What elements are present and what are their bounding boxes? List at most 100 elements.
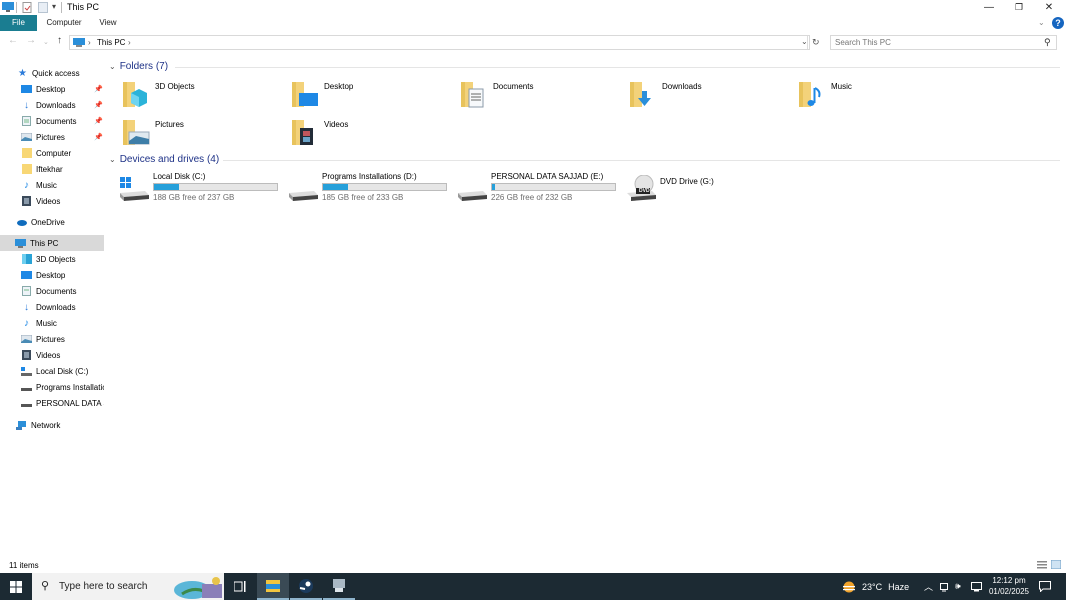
- drive-c[interactable]: Local Disk (C:) 188 GB free of 237 GB: [119, 171, 284, 205]
- start-button[interactable]: [10, 581, 22, 595]
- sidebar-this-pc[interactable]: This PC: [0, 235, 104, 251]
- sidebar-quick-access[interactable]: ★ Quick access: [0, 65, 104, 81]
- documents-icon: [21, 286, 32, 296]
- sidebar-item-desktop[interactable]: Desktop: [0, 267, 104, 283]
- sidebar-item-label: Iftekhar: [36, 164, 63, 174]
- new-folder-icon[interactable]: [38, 2, 48, 13]
- task-view-button[interactable]: [224, 573, 256, 600]
- chevron-down-icon[interactable]: ⌄: [109, 155, 116, 164]
- sidebar-item-music[interactable]: ♪ Music: [0, 177, 104, 193]
- details-view-button[interactable]: [1037, 561, 1047, 571]
- close-button[interactable]: ✕: [1034, 0, 1064, 15]
- show-hidden-icons-button[interactable]: ︿: [924, 573, 933, 600]
- drive-g[interactable]: DVD DVD Drive (G:): [626, 171, 791, 205]
- drives-group-header[interactable]: ⌄ Devices and drives (4): [109, 154, 219, 165]
- sidebar-item-documents[interactable]: Documents 📌: [0, 113, 104, 129]
- weather-condition: Haze: [888, 581, 910, 592]
- sidebar-item-programs-d[interactable]: Programs Installatic: [0, 379, 104, 395]
- expand-ribbon-icon[interactable]: ⌄: [1038, 18, 1045, 27]
- folders-group-header[interactable]: ⌄ Folders (7): [109, 61, 168, 72]
- forward-button[interactable]: →: [26, 35, 36, 46]
- properties-icon[interactable]: [22, 2, 32, 13]
- sidebar-item-desktop[interactable]: Desktop 📌: [0, 81, 104, 97]
- refresh-button[interactable]: ↻: [812, 37, 820, 48]
- taskbar-steam[interactable]: [290, 573, 322, 600]
- meet-now-icon[interactable]: [940, 573, 949, 600]
- restore-button[interactable]: ❐: [1004, 0, 1034, 15]
- folder-music[interactable]: Music: [797, 79, 962, 113]
- folder-name: 3D Objects: [155, 82, 195, 91]
- sidebar-network[interactable]: Network: [0, 417, 104, 433]
- folder-desktop[interactable]: Desktop: [290, 79, 455, 113]
- sidebar-item-computer[interactable]: Computer: [0, 145, 104, 161]
- sidebar-item-3d-objects[interactable]: 3D Objects: [0, 251, 104, 267]
- customize-toolbar-icon[interactable]: ▾: [52, 2, 56, 13]
- sidebar-item-label: Music: [36, 318, 57, 328]
- sidebar-item-local-disk-c[interactable]: Local Disk (C:): [0, 363, 104, 379]
- group-divider: [223, 160, 1060, 161]
- folder-3d-objects[interactable]: 3D Objects: [121, 79, 286, 113]
- file-list-view: ⌄ Folders (7) 3D Objects Desktop Documen…: [105, 55, 1066, 555]
- folder-icon: [21, 164, 32, 174]
- breadcrumb-this-pc[interactable]: This PC: [97, 38, 125, 47]
- sidebar-onedrive[interactable]: OneDrive: [0, 214, 104, 230]
- sidebar-item-label: Desktop: [36, 270, 66, 280]
- sidebar-item-pictures[interactable]: Pictures 📌: [0, 129, 104, 145]
- divider: [61, 2, 62, 13]
- network-status-icon[interactable]: [971, 573, 982, 600]
- sidebar-item-videos[interactable]: Videos: [0, 193, 104, 209]
- notifications-icon[interactable]: [1039, 573, 1051, 600]
- sidebar-item-label: Documents: [36, 116, 77, 126]
- onedrive-icon: [16, 218, 27, 227]
- folder-downloads[interactable]: Downloads: [628, 79, 793, 113]
- sidebar-item-downloads[interactable]: ↓ Downloads: [0, 299, 104, 315]
- sidebar-item-label: 3D Objects: [36, 254, 76, 264]
- drive-icon: [21, 399, 32, 408]
- help-icon[interactable]: ?: [1052, 17, 1064, 29]
- sidebar-item-personal-e[interactable]: PERSONAL DATA SA: [0, 395, 104, 411]
- ribbon-tabs: File Computer View ⌄ ?: [0, 15, 1066, 31]
- pin-icon: 📌: [94, 134, 103, 141]
- taskbar: ⚲ Type here to search 23°C Haze ︿ 🕪 12:1…: [0, 573, 1066, 600]
- drive-d[interactable]: Programs Installations (D:) 185 GB free …: [288, 171, 453, 205]
- sidebar-item-pictures[interactable]: Pictures: [0, 331, 104, 347]
- minimize-button[interactable]: —: [974, 0, 1004, 15]
- volume-icon[interactable]: 🕪: [955, 573, 961, 600]
- taskbar-app[interactable]: [323, 573, 355, 600]
- address-bar[interactable]: › This PC › ⌄: [69, 35, 810, 50]
- tab-computer[interactable]: Computer: [40, 15, 88, 31]
- dvd-badge: DVD: [639, 188, 650, 194]
- videos-folder-icon: [292, 120, 313, 145]
- folder-name: Downloads: [662, 82, 702, 91]
- drive-name: PERSONAL DATA SAJJAD (E:): [491, 172, 604, 181]
- tab-file[interactable]: File: [0, 15, 37, 31]
- weather-widget[interactable]: 23°C Haze: [842, 573, 909, 600]
- pictures-folder-icon: [123, 120, 150, 145]
- back-button[interactable]: ←: [8, 35, 18, 46]
- folder-videos[interactable]: Videos: [290, 117, 455, 151]
- sidebar-item-downloads[interactable]: ↓ Downloads 📌: [0, 97, 104, 113]
- recent-locations-icon[interactable]: ⌄: [43, 38, 49, 46]
- up-button[interactable]: ↑: [57, 35, 62, 46]
- search-box[interactable]: ⚲: [830, 35, 1057, 50]
- search-input[interactable]: [835, 38, 1035, 47]
- breadcrumb-separator[interactable]: ›: [88, 38, 91, 47]
- taskbar-search-box[interactable]: ⚲ Type here to search: [32, 573, 224, 600]
- sidebar-item-documents[interactable]: Documents: [0, 283, 104, 299]
- large-icons-view-button[interactable]: [1050, 559, 1062, 571]
- sidebar-item-videos[interactable]: Videos: [0, 347, 104, 363]
- breadcrumb-separator[interactable]: ›: [128, 38, 131, 47]
- downloads-icon: ↓: [24, 301, 29, 313]
- pin-icon: 📌: [94, 86, 103, 93]
- sidebar-item-iftekhar[interactable]: Iftekhar: [0, 161, 104, 177]
- folder-pictures[interactable]: Pictures: [121, 117, 286, 151]
- chevron-down-icon[interactable]: ⌄: [109, 62, 116, 71]
- clock[interactable]: 12:12 pm 01/02/2025: [988, 575, 1030, 597]
- drive-usage-bar: [153, 183, 278, 191]
- taskbar-file-explorer[interactable]: [257, 573, 289, 600]
- drive-e[interactable]: PERSONAL DATA SAJJAD (E:) 226 GB free of…: [457, 171, 622, 205]
- sidebar-item-music[interactable]: ♪ Music: [0, 315, 104, 331]
- search-icon[interactable]: ⚲: [1044, 37, 1051, 48]
- tab-view[interactable]: View: [92, 15, 124, 31]
- folder-documents[interactable]: Documents: [459, 79, 624, 113]
